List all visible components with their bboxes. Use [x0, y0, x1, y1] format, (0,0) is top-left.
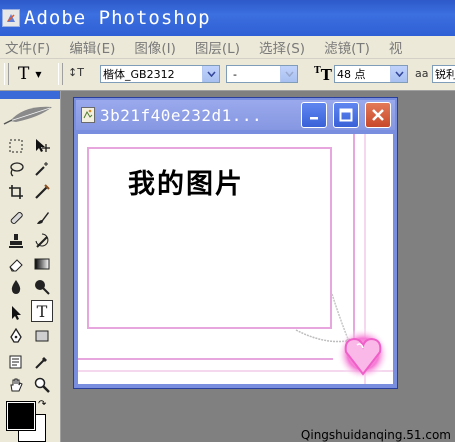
antialias-icon: aa	[415, 67, 429, 80]
gradient-tool-icon[interactable]	[31, 253, 53, 275]
marquee-tool-icon[interactable]	[5, 135, 27, 157]
options-grip[interactable]	[4, 63, 9, 85]
clone-stamp-tool-icon[interactable]	[5, 230, 27, 252]
font-family-select[interactable]: 楷体_GB2312	[100, 65, 220, 83]
watermark-text: Qingshuidanqing.51.com	[300, 428, 451, 442]
type-tool-icon: T	[18, 64, 30, 84]
document-title: 3b21f40e232d1...	[100, 105, 263, 125]
shape-tool-icon[interactable]	[31, 325, 53, 347]
options-bar: T ▼ ↕T 楷体_GB2312 - TT 48 点 aa 锐利	[0, 59, 455, 91]
zoom-tool-icon[interactable]	[31, 374, 53, 396]
pen-tool-icon[interactable]	[5, 325, 27, 347]
notes-tool-icon[interactable]	[5, 351, 27, 373]
path-selection-tool-icon[interactable]	[5, 302, 27, 324]
blur-tool-icon[interactable]	[5, 276, 27, 298]
slice-tool-icon[interactable]	[31, 181, 53, 203]
menu-edit[interactable]: 编辑(E)	[69, 37, 115, 57]
close-button[interactable]	[365, 102, 391, 128]
menu-bar: 文件(F) 编辑(E) 图像(I) 图层(L) 选择(S) 滤镜(T) 视	[0, 36, 455, 59]
antialias-select[interactable]: 锐利	[432, 65, 455, 83]
app-title: Adobe Photoshop	[24, 7, 211, 29]
font-size-value: 48 点	[337, 68, 366, 81]
photoshop-logo-icon	[2, 9, 20, 27]
eyedropper-tool-icon[interactable]	[31, 351, 53, 373]
font-size-icon: TT	[314, 66, 332, 84]
foreground-color-swatch[interactable]	[6, 401, 36, 431]
document-icon	[81, 107, 95, 123]
menu-image[interactable]: 图像(I)	[134, 37, 176, 57]
chevron-down-icon	[390, 66, 407, 82]
menu-filter[interactable]: 滤镜(T)	[324, 37, 370, 57]
font-family-value: 楷体_GB2312	[103, 68, 175, 81]
document-canvas[interactable]: 我的图片	[78, 134, 393, 384]
history-brush-tool-icon[interactable]	[31, 230, 53, 252]
crop-tool-icon[interactable]	[5, 181, 27, 203]
font-size-select[interactable]: 48 点	[334, 65, 408, 83]
text-orientation-toggle[interactable]: ↕T	[68, 66, 84, 79]
document-window: 3b21f40e232d1... 我的图片	[73, 97, 398, 389]
font-style-select[interactable]: -	[226, 65, 298, 83]
toolbox: T ↷	[0, 91, 61, 442]
swap-colors-icon[interactable]: ↷	[38, 399, 46, 410]
menu-file[interactable]: 文件(F)	[5, 37, 50, 57]
app-title-bar: Adobe Photoshop	[0, 0, 455, 36]
feather-logo-icon	[3, 106, 52, 125]
canvas-text-layer[interactable]: 我的图片	[128, 162, 244, 201]
maximize-button[interactable]	[333, 102, 359, 128]
lasso-tool-icon[interactable]	[5, 158, 27, 180]
move-tool-icon[interactable]	[31, 135, 53, 157]
type-tool-icon[interactable]: T	[31, 300, 53, 322]
chevron-down-icon	[280, 66, 297, 82]
healing-brush-tool-icon[interactable]	[5, 207, 27, 229]
minimize-button[interactable]	[301, 102, 327, 128]
chevron-down-icon	[202, 66, 219, 82]
type-tool-preset-button[interactable]: T ▼	[18, 64, 52, 84]
menu-select[interactable]: 选择(S)	[259, 37, 305, 57]
brush-tool-icon[interactable]	[31, 207, 53, 229]
antialias-value: 锐利	[435, 68, 455, 81]
toolbox-title-bar[interactable]	[0, 91, 60, 99]
menu-view[interactable]: 视	[389, 37, 403, 57]
dodge-tool-icon[interactable]	[31, 276, 53, 298]
magic-wand-tool-icon[interactable]	[31, 158, 53, 180]
options-divider	[58, 63, 63, 85]
hand-tool-icon[interactable]	[5, 374, 27, 396]
menu-layer[interactable]: 图层(L)	[195, 37, 240, 57]
chevron-down-icon: ▼	[35, 69, 42, 79]
eraser-tool-icon[interactable]	[5, 253, 27, 275]
font-style-value: -	[233, 67, 237, 81]
